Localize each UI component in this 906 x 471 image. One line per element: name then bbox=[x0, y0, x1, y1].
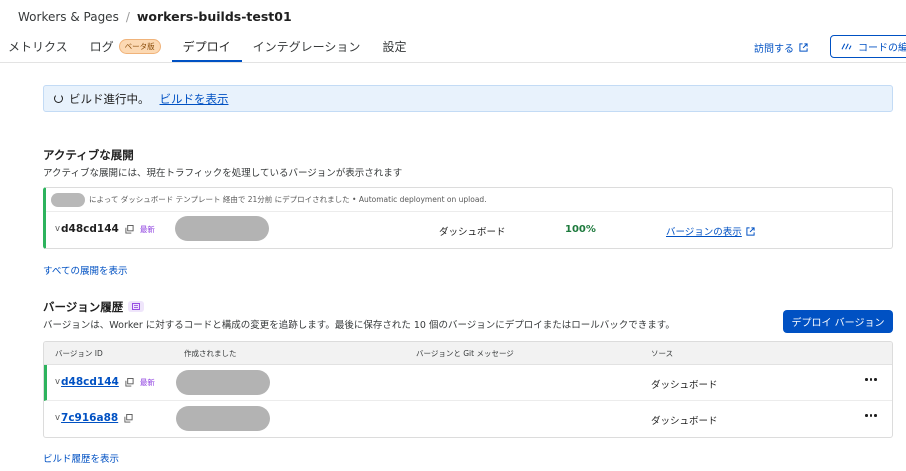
tab-label: 設定 bbox=[382, 39, 407, 54]
view-build-link[interactable]: ビルドを表示 bbox=[160, 91, 229, 107]
redacted-created bbox=[176, 406, 270, 431]
tab-label: メトリクス bbox=[8, 39, 68, 54]
build-in-progress-banner: ビルド進行中。 ビルドを表示 bbox=[43, 85, 893, 112]
deploy-version-button[interactable]: デプロイ バージョン bbox=[783, 310, 893, 333]
version-prefix: v bbox=[55, 377, 61, 387]
tab-deployments[interactable]: デプロイ bbox=[171, 30, 242, 62]
tab-metrics[interactable]: メトリクス bbox=[0, 30, 79, 62]
breadcrumb-current: workers-builds-test01 bbox=[136, 9, 292, 24]
active-version-cell: v d48cd144 最新 bbox=[55, 223, 155, 235]
beta-badge: ベータ版 bbox=[118, 38, 161, 54]
show-all-deployments-link[interactable]: すべての展開を表示 bbox=[43, 263, 127, 277]
view-version-label: バージョンの表示 bbox=[666, 227, 742, 238]
version-history-table: バージョン ID 作成されました バージョンと Git メッセージ ソース v … bbox=[43, 341, 893, 438]
visit-label: 訪問する bbox=[754, 44, 794, 55]
column-header: バージョン ID bbox=[55, 349, 103, 358]
copy-icon[interactable] bbox=[125, 224, 134, 234]
column-header: ソース bbox=[651, 349, 674, 358]
traffic-percent: 100% bbox=[565, 224, 596, 235]
column-header: 作成されました bbox=[184, 349, 237, 358]
redacted-user bbox=[51, 192, 85, 207]
version-prefix: v bbox=[55, 224, 61, 234]
external-link-icon bbox=[746, 226, 755, 236]
table-row[interactable]: v d48cd144 最新 ダッシュボード bbox=[44, 365, 892, 401]
version-prefix: v bbox=[55, 413, 61, 423]
column-header: バージョンと Git メッセージ bbox=[416, 349, 514, 358]
active-deployment-row: v d48cd144 最新 ダッシュボード 100% バージョンの表示 bbox=[46, 212, 892, 248]
copy-icon[interactable] bbox=[125, 377, 134, 387]
show-build-history-link[interactable]: ビルド履歴を表示 bbox=[43, 451, 119, 465]
banner-text: ビルド進行中。 bbox=[69, 91, 150, 106]
active-version-id: d48cd144 bbox=[61, 223, 119, 235]
tab-label: デプロイ bbox=[182, 39, 231, 54]
table-row[interactable]: v 7c916a88 ダッシュボード bbox=[44, 401, 892, 437]
latest-tag: 最新 bbox=[139, 224, 155, 234]
active-deployment-card: によって ダッシュボード テンプレート 経由で 21分前 にデプロイされました … bbox=[43, 187, 893, 249]
breadcrumb-parent[interactable]: Workers & Pages bbox=[18, 10, 119, 24]
version-cell: v d48cd144 最新 bbox=[55, 376, 155, 388]
more-options-icon[interactable] bbox=[865, 378, 877, 381]
version-source: ダッシュボード bbox=[651, 416, 718, 427]
tab-logs[interactable]: ログ ベータ版 bbox=[79, 30, 172, 62]
tab-label: インテグレーション bbox=[252, 39, 361, 54]
table-header: バージョン ID 作成されました バージョンと Git メッセージ ソース bbox=[44, 342, 892, 365]
tab-label: ログ bbox=[89, 39, 114, 54]
redacted-created bbox=[175, 216, 269, 241]
version-id-link[interactable]: d48cd144 bbox=[61, 376, 119, 388]
edit-code-button[interactable]: コードの編集 bbox=[830, 35, 906, 58]
code-icon bbox=[841, 43, 852, 50]
deployment-meta: によって ダッシュボード テンプレート 経由で 21分前 にデプロイされました … bbox=[46, 188, 892, 212]
copy-icon[interactable] bbox=[124, 413, 133, 423]
active-deployment-description: アクティブな展開には、現在トラフィックを処理しているバージョンが表示されます bbox=[43, 168, 403, 179]
redacted-created bbox=[176, 370, 270, 395]
external-link-icon bbox=[799, 43, 808, 52]
deployment-meta-text: によって ダッシュボード テンプレート 経由で 21分前 にデプロイされました … bbox=[89, 195, 487, 204]
version-id-link[interactable]: 7c916a88 bbox=[61, 412, 118, 424]
breadcrumb-separator: / bbox=[125, 9, 130, 24]
spinner-icon bbox=[54, 94, 63, 103]
edit-code-label: コードの編集 bbox=[858, 43, 906, 54]
version-history-description: バージョンは、Worker に対するコードと構成の変更を追跡します。最後に保存さ… bbox=[43, 320, 675, 331]
version-source: ダッシュボード bbox=[651, 380, 718, 391]
tab-settings[interactable]: 設定 bbox=[371, 30, 417, 62]
tab-divider bbox=[0, 62, 906, 63]
latest-tag: 最新 bbox=[139, 377, 155, 387]
view-version-link[interactable]: バージョンの表示 bbox=[666, 224, 755, 238]
visit-link[interactable]: 訪問する bbox=[754, 40, 808, 55]
version-history-title: バージョン履歴 bbox=[43, 300, 124, 314]
tab-integrations[interactable]: インテグレーション bbox=[242, 30, 372, 62]
more-options-icon[interactable] bbox=[865, 414, 877, 417]
version-cell: v 7c916a88 bbox=[55, 412, 133, 424]
tab-bar: メトリクス ログ ベータ版 デプロイ インテグレーション 設定 bbox=[0, 30, 417, 62]
deployment-source: ダッシュボード bbox=[439, 227, 506, 238]
info-icon[interactable] bbox=[128, 301, 144, 312]
breadcrumb: Workers & Pages / workers-builds-test01 bbox=[18, 9, 292, 24]
active-deployment-title: アクティブな展開 bbox=[43, 148, 134, 162]
